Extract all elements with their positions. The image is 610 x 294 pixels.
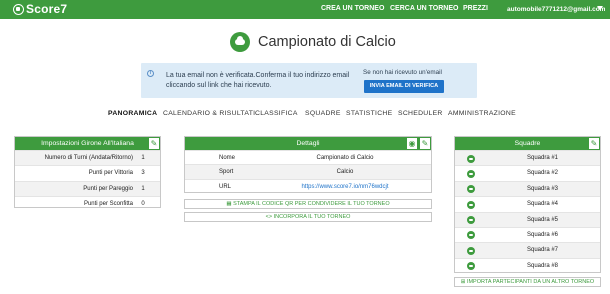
nav-pricing[interactable]: PREZZI [463,5,488,12]
user-email-menu[interactable]: automobile7771212@gmail.com [507,6,605,13]
brand-name: Score7 [26,2,68,16]
teams-panel-header: Squadre ✎ [455,137,600,150]
team-name: Squadra #4 [526,201,559,208]
edit-teams-button[interactable]: ✎ [588,137,600,150]
details-key: Sport [219,169,234,176]
top-navbar: Score7 CREA UN TORNEO CERCA UN TORNEO PR… [0,0,610,19]
settings-row: Punti per Sconfitta 0 [15,196,160,211]
tab-overview[interactable]: PANORAMICA [108,110,157,117]
teams-panel: Squadre ✎ Squadra #1 Squadra #2 Squadra … [454,136,601,273]
tab-teams[interactable]: SQUADRE [305,110,341,117]
settings-row: Punti per Vittoria 3 [15,165,160,180]
cloud-icon [467,216,475,225]
caret-down-icon[interactable] [597,6,603,10]
page-title-block: Campionato di Calcio [230,32,396,52]
cloud-icon [467,154,475,163]
tab-calendar-results[interactable]: CALENDARIO & RISULTATI [163,110,255,117]
tab-statistics[interactable]: STATISTICHE [346,110,392,117]
cloud-icon [467,231,475,240]
pencil-icon: ✎ [150,139,158,148]
tab-standings[interactable]: CLASSIFICA [255,110,298,117]
tab-scheduler[interactable]: SCHEDULER [398,110,443,117]
nav-create-tournament[interactable]: CREA UN TORNEO [321,5,384,12]
team-row[interactable]: Squadra #5 [455,211,600,227]
edit-details-button[interactable]: ✎ [419,137,431,150]
settings-label: Punti per Sconfitta [83,201,133,208]
send-verification-email-button[interactable]: INVIA EMAIL DI VERIFICA [364,80,444,93]
team-name: Squadra #3 [526,185,559,192]
team-name: Squadra #5 [526,216,559,223]
details-panel-title: Dettagli [296,140,320,147]
settings-rows: Numero di Turni (Andata/Ritorno) 1 Punti… [15,150,160,212]
team-row[interactable]: Squadra #4 [455,196,600,211]
team-name: Squadra #1 [526,155,559,161]
team-row[interactable]: Squadra #3 [455,180,600,197]
email-verification-notice: i La tua email non è verificata.Conferma… [141,63,477,98]
settings-value: 0 [141,201,145,208]
team-row[interactable]: Squadra #7 [455,242,600,258]
team-row[interactable]: Squadra #8 [455,257,600,273]
code-icon: <> [265,214,273,220]
trophy-icon [13,3,24,15]
details-panel: Dettagli ◉ ✎ Nome Campionato di Calcio S… [184,136,432,193]
customize-theme-button[interactable]: ◉ [406,137,418,150]
notice-side-text: Se non hai ricevuto un'email [363,69,442,76]
team-name: Squadra #7 [526,247,559,254]
team-row[interactable]: Squadra #2 [455,165,600,180]
settings-panel-title: Impostazioni Girone All'Italiana [41,140,134,147]
cloud-upload-icon[interactable] [230,32,250,52]
settings-label: Numero di Turni (Andata/Ritorno) [44,155,133,161]
cloud-icon [467,169,475,178]
embed-tournament-button[interactable]: <> INCORPORA IL TUO TORNEO [184,212,432,222]
settings-value: 1 [141,185,145,192]
details-rows: Nome Campionato di Calcio Sport Calcio U… [185,150,431,193]
team-name: Squadra #6 [526,231,559,238]
cloud-icon [467,262,475,271]
cloud-icon [467,200,475,209]
tournament-tabs: PANORAMICA CALENDARIO & RISULTATI CLASSI… [0,110,610,120]
settings-value: 3 [141,170,145,177]
details-row: URL https://www.score7.io/nm76wdcjt [185,178,431,193]
tournament-url-link[interactable]: https://www.score7.io/nm76wdcjt [290,184,400,190]
info-icon: i [147,70,154,77]
settings-value: 1 [141,155,145,161]
team-row[interactable]: Squadra #1 [455,150,600,166]
cloud-icon [467,185,475,194]
print-qr-code-label: STAMPA IL CODICE QR PER CONDIVIDERE IL T… [233,201,390,207]
settings-panel: Impostazioni Girone All'Italiana ✎ Numer… [14,136,161,208]
details-panel-header: Dettagli ◉ ✎ [185,137,431,150]
tab-administration[interactable]: AMMINISTRAZIONE [448,110,516,117]
details-row: Sport Calcio [185,164,431,179]
nav-search-tournament[interactable]: CERCA UN TORNEO [390,5,458,12]
qr-code-icon: ▦ [226,201,232,207]
settings-row: Punti per Pareggio 1 [15,180,160,197]
pencil-icon: ✎ [421,139,429,148]
edit-settings-button[interactable]: ✎ [148,137,160,150]
cloud-icon [467,246,475,255]
team-name: Squadra #2 [526,170,559,177]
teams-list: Squadra #1 Squadra #2 Squadra #3 Squadra… [455,150,600,273]
team-row[interactable]: Squadra #6 [455,226,600,242]
details-value: Campionato di Calcio [316,155,374,161]
import-icon: ⊞ [460,279,466,285]
import-participants-button[interactable]: ⊞ IMPORTA PARTECIPANTI DA UN ALTRO TORNE… [454,277,601,287]
page-title: Campionato di Calcio [258,34,396,50]
embed-tournament-label: INCORPORA IL TUO TORNEO [273,214,351,220]
team-name: Squadra #8 [526,262,559,269]
teams-panel-title: Squadre [514,140,541,147]
details-key: Nome [219,155,236,161]
palette-icon: ◉ [408,139,416,148]
settings-row: Numero di Turni (Andata/Ritorno) 1 [15,150,160,166]
settings-label: Punti per Pareggio [83,185,133,192]
pencil-icon: ✎ [590,139,598,148]
details-key: URL [219,183,232,190]
import-participants-label: IMPORTA PARTECIPANTI DA UN ALTRO TORNEO [466,279,595,285]
details-row: Nome Campionato di Calcio [185,150,431,164]
settings-label: Punti per Vittoria [88,170,133,177]
brand-logo[interactable]: Score7 [13,2,67,16]
details-value: Calcio [336,169,354,176]
print-qr-code-button[interactable]: ▦ STAMPA IL CODICE QR PER CONDIVIDERE IL… [184,199,432,209]
settings-panel-header: Impostazioni Girone All'Italiana ✎ [15,137,160,150]
notice-message: La tua email non è verificata.Conferma i… [166,72,350,89]
